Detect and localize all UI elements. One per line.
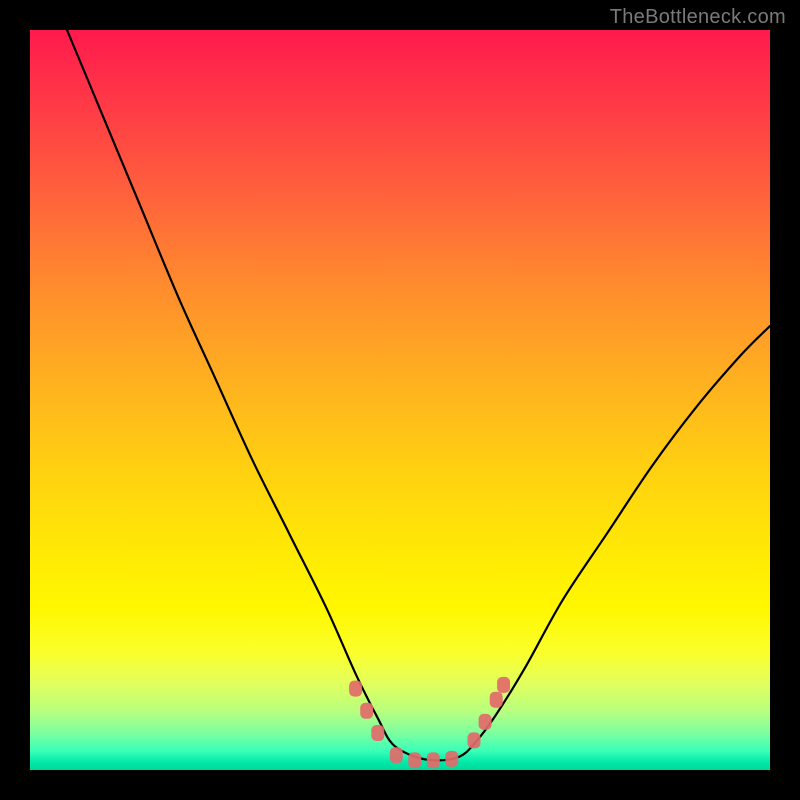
curve-marker xyxy=(427,752,440,768)
plot-area xyxy=(30,30,770,770)
curve-marker xyxy=(497,677,510,693)
bottleneck-curve xyxy=(67,30,770,760)
curve-marker xyxy=(371,725,384,741)
curve-markers xyxy=(349,677,510,769)
curve-marker xyxy=(390,747,403,763)
curve-marker xyxy=(360,703,373,719)
curve-layer xyxy=(30,30,770,770)
watermark-text: TheBottleneck.com xyxy=(610,6,786,29)
curve-marker xyxy=(408,752,421,768)
curve-marker xyxy=(468,732,481,748)
curve-marker xyxy=(490,692,503,708)
curve-marker xyxy=(445,751,458,767)
curve-marker xyxy=(349,681,362,697)
chart-frame: TheBottleneck.com xyxy=(0,0,800,800)
curve-marker xyxy=(479,714,492,730)
